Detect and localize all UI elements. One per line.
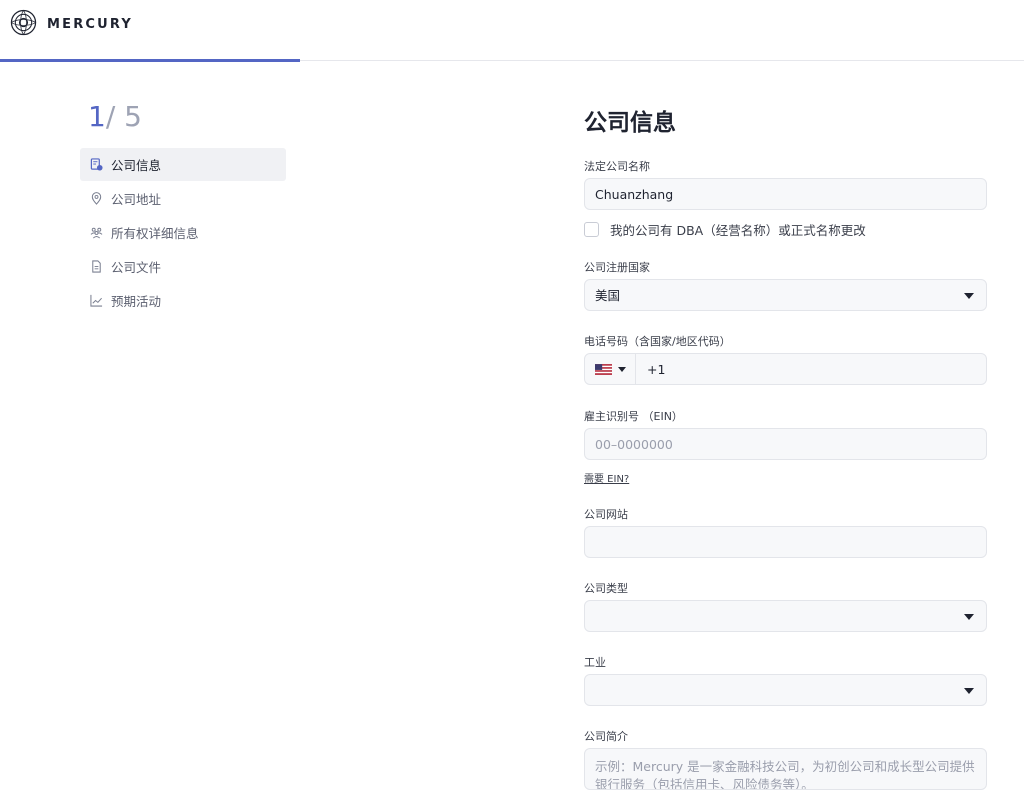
phone-input[interactable]: +1 [647, 354, 665, 386]
chevron-down-icon [964, 688, 974, 694]
ein-input[interactable]: 00–0000000 [584, 428, 987, 460]
sidebar-item-ownership[interactable]: 所有权详细信息 [80, 216, 286, 249]
location-pin-icon [90, 192, 103, 205]
people-icon [90, 226, 103, 239]
country-value: 美国 [595, 288, 621, 303]
sidebar-item-company-info[interactable]: 公司信息 [80, 148, 286, 181]
step-counter: 1/ 5 [88, 100, 142, 133]
country-code-selector[interactable] [585, 354, 636, 384]
form-title: 公司信息 [584, 110, 676, 136]
us-flag-icon [595, 360, 612, 379]
top-header: MERCURY [0, 0, 1024, 61]
brand-name: MERCURY [47, 17, 134, 32]
chevron-down-icon [964, 293, 974, 299]
need-ein-link[interactable]: 需要 EIN? [584, 470, 629, 485]
sidebar-item-label: 公司地址 [111, 192, 162, 207]
total-steps: 5 [124, 100, 142, 133]
description-textarea[interactable]: 示例：Mercury 是一家金融科技公司，为初创公司和成长型公司提供银行服务（包… [584, 748, 987, 790]
current-step: 1 [88, 100, 106, 133]
dba-checkbox-label: 我的公司有 DBA（经营名称）或正式名称更改 [610, 223, 866, 238]
phone-field: +1 [584, 353, 987, 385]
sidebar-item-label: 预期活动 [111, 294, 162, 309]
document-person-icon [90, 158, 103, 171]
legal-name-input[interactable]: Chuanzhang [584, 178, 987, 210]
phone-label: 电话号码（含国家/地区代码） [584, 335, 731, 348]
sidebar-item-company-documents[interactable]: 公司文件 [80, 250, 286, 283]
dba-checkbox-row[interactable]: 我的公司有 DBA（经营名称）或正式名称更改 [584, 220, 866, 239]
file-icon [90, 260, 103, 273]
sidebar-item-company-address[interactable]: 公司地址 [80, 182, 286, 215]
mercury-logo-icon [10, 9, 37, 40]
industry-select[interactable] [584, 674, 987, 706]
progress-bar [0, 59, 300, 62]
sidebar-item-label: 公司文件 [111, 260, 162, 275]
ein-label: 雇主识别号 （EIN） [584, 410, 683, 423]
steps-sidebar: 公司信息 公司地址 所有权详细信息 公司文件 预期活动 [80, 148, 286, 318]
chevron-down-icon [964, 614, 974, 620]
sidebar-item-expected-activity[interactable]: 预期活动 [80, 284, 286, 317]
country-select[interactable]: 美国 [584, 279, 987, 311]
country-label: 公司注册国家 [584, 261, 650, 274]
line-chart-icon [90, 294, 103, 307]
sidebar-item-label: 公司信息 [111, 158, 162, 173]
description-placeholder: 示例：Mercury 是一家金融科技公司，为初创公司和成长型公司提供银行服务（包… [595, 759, 975, 790]
step-separator: / [105, 100, 116, 133]
sidebar-item-label: 所有权详细信息 [111, 226, 199, 241]
chevron-down-icon [618, 366, 626, 372]
ein-placeholder: 00–0000000 [595, 437, 673, 452]
legal-name-label: 法定公司名称 [584, 160, 650, 173]
website-input[interactable] [584, 526, 987, 558]
company-type-select[interactable] [584, 600, 987, 632]
website-label: 公司网站 [584, 508, 628, 521]
company-info-form: 公司信息 法定公司名称 Chuanzhang 我的公司有 DBA（经营名称）或正… [584, 108, 989, 790]
company-type-label: 公司类型 [584, 582, 628, 595]
description-label: 公司简介 [584, 730, 628, 743]
industry-label: 工业 [584, 656, 606, 669]
mercury-logo[interactable]: MERCURY [10, 9, 133, 40]
dba-checkbox[interactable] [584, 222, 599, 237]
legal-name-value: Chuanzhang [595, 187, 674, 202]
